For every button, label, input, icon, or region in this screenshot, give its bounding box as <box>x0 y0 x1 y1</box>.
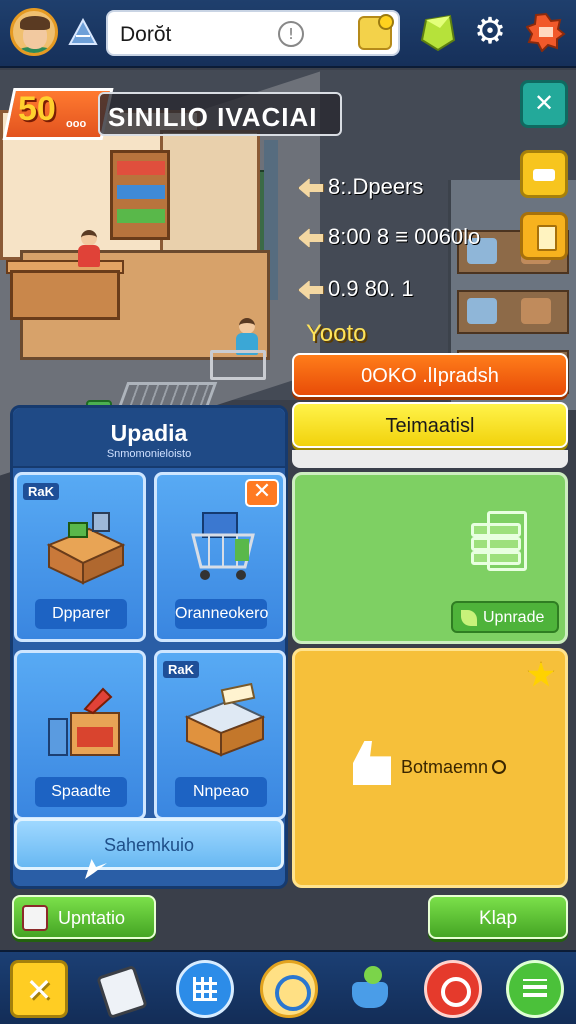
upgrade-label: Upnrade <box>483 609 545 626</box>
voice-icon[interactable]: ! <box>278 21 304 47</box>
stat-row: 8:.Dpeers <box>298 172 518 202</box>
stat-row: 0.9 80. 1 <box>298 274 518 304</box>
stat-value: 8:00 8 ≡ 0060lo <box>328 224 481 249</box>
shopping-cart <box>210 350 266 380</box>
panel-title: Upadia <box>110 420 188 446</box>
yellow-action-button[interactable]: Teimaatisl <box>292 402 568 448</box>
rank-triangle-icon[interactable] <box>68 18 98 48</box>
tile-label: Nnpeao <box>175 777 267 807</box>
gold-reward-panel[interactable]: Botmaemn <box>292 648 568 888</box>
tile-label: Dpparer <box>35 599 127 629</box>
reward-text-row: Botmaemn <box>401 757 507 778</box>
left-action-label: Upntatio <box>58 908 126 928</box>
bottom-nav <box>0 950 576 1024</box>
orange-action-label: 0OKO .lIpradsh <box>361 365 499 387</box>
top-bar: Dorŏt ! ⚙ <box>0 0 576 68</box>
upgrade-button[interactable]: Upnrade <box>451 601 559 633</box>
arrow-icon <box>298 280 324 300</box>
product-shelf[interactable] <box>110 150 170 240</box>
reward-text: Botmaemn <box>401 757 489 777</box>
tile-label: Oranneokero <box>175 599 268 629</box>
upgrade-tile-counter[interactable]: RaK Dpparer <box>14 472 146 642</box>
coin-icon <box>492 760 507 774</box>
delivery-truck-icon[interactable] <box>520 150 568 198</box>
store-name-box: SINILIO IVACIAI <box>98 92 342 136</box>
nav-grid-icon[interactable] <box>176 960 234 1018</box>
panel-subtitle: Snmomonieloisto <box>106 448 192 460</box>
tile-label: Spaadte <box>35 777 127 807</box>
market-stand-icon <box>48 687 120 756</box>
cart-icon <box>191 512 255 580</box>
wide-button-label: Sahemkuio <box>103 835 195 855</box>
checkout-counter[interactable] <box>10 270 120 320</box>
stat-row: 8:00 8 ≡ 0060lo <box>298 222 518 252</box>
customer-worker[interactable] <box>236 318 258 355</box>
nav-vehicle-icon[interactable] <box>342 960 400 1018</box>
camera-icon <box>22 905 48 931</box>
level-sub: ooo <box>66 118 87 130</box>
tile-tag: RaK <box>23 483 60 500</box>
left-action-button[interactable]: Upntatio <box>12 895 156 939</box>
arrow-icon <box>298 178 324 198</box>
search-value: Dorŏt <box>120 23 172 46</box>
nav-search-icon[interactable] <box>424 960 482 1018</box>
upgrade-tile-cashdesk[interactable]: RaK Nnpeao <box>154 650 286 820</box>
right-action-label: Klap <box>478 908 518 929</box>
scene-subtitle: Yooto <box>306 320 367 347</box>
orange-action-button[interactable]: 0OKO .lIpradsh <box>292 353 568 397</box>
tile-tag: RaK <box>163 661 200 678</box>
store-interior[interactable] <box>0 110 300 360</box>
stack-icon <box>471 511 541 587</box>
leaf-icon <box>461 610 477 626</box>
yellow-button-shadow <box>292 450 568 468</box>
coin-shop-icon[interactable] <box>358 14 394 50</box>
thumbs-up-icon <box>353 741 391 785</box>
panel-header: Upadia Snmomonieloisto <box>13 408 285 468</box>
store-title-banner: 50 ooo SINILIO IVACIAI <box>2 88 342 140</box>
player-avatar[interactable] <box>10 8 58 56</box>
arrow-icon <box>298 228 324 248</box>
store-name: SINILIO IVACIAI <box>108 102 318 132</box>
yellow-action-label: Teimaatisl <box>385 415 475 437</box>
green-upgrade-panel[interactable]: Upnrade <box>292 472 568 644</box>
right-action-button[interactable]: Klap <box>428 895 568 939</box>
cash-desk-icon <box>184 683 266 757</box>
stat-value: 8:.Dpeers <box>328 174 424 199</box>
close-icon[interactable]: ✕ <box>245 479 279 507</box>
nav-menu-icon[interactable] <box>506 960 564 1018</box>
level-number: 50 <box>18 90 56 128</box>
nav-refresh-icon[interactable] <box>260 960 318 1018</box>
settings-gear-icon[interactable]: ⚙ <box>470 12 510 52</box>
tools-icon[interactable]: ✕ <box>520 80 568 128</box>
nav-cards-icon[interactable] <box>92 960 150 1018</box>
nav-tools-icon[interactable] <box>10 960 68 1018</box>
clipboard-icon[interactable] <box>520 212 568 260</box>
gem-icon[interactable] <box>418 12 458 52</box>
shop-badge-icon[interactable] <box>526 12 566 52</box>
search-input[interactable]: Dorŏt ! <box>106 10 400 56</box>
upgrade-tile-cart[interactable]: ✕ Oranneokero <box>154 472 286 642</box>
cashier-worker[interactable] <box>78 230 100 267</box>
upgrade-tile-stand[interactable]: Spaadte <box>14 650 146 820</box>
star-icon[interactable] <box>527 661 555 687</box>
stat-value: 0.9 80. 1 <box>328 276 414 301</box>
counter-icon <box>46 512 126 585</box>
wide-panel-button[interactable]: Sahemkuio <box>14 818 284 879</box>
